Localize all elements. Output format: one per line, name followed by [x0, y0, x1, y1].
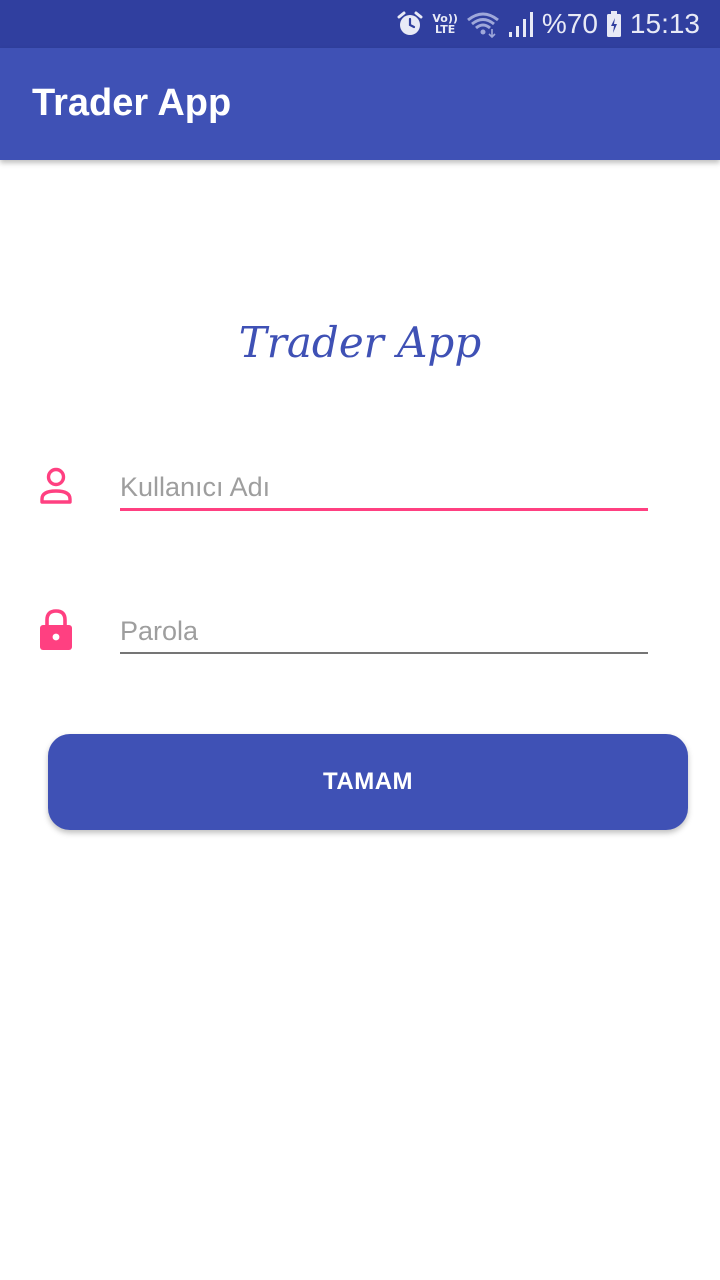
username-underline: [120, 508, 648, 511]
person-icon: [38, 466, 74, 510]
volte-icon: Vo)) LTE: [432, 13, 458, 35]
status-icons: Vo)) LTE %70 15:13: [396, 0, 700, 48]
submit-button[interactable]: TAMAM: [48, 734, 688, 830]
volte-line2: LTE: [435, 23, 456, 36]
app-bar: Trader App: [0, 48, 720, 160]
lock-icon: [38, 608, 74, 652]
battery-icon: [606, 10, 622, 38]
logo-title: Trader App: [238, 318, 482, 367]
alarm-icon: [396, 10, 424, 38]
status-clock: 15:13: [629, 8, 700, 39]
wifi-icon: [466, 10, 500, 38]
password-input[interactable]: [120, 608, 648, 654]
password-underline: [120, 652, 648, 654]
status-bar: Vo)) LTE %70 15:13: [0, 0, 720, 48]
signal-icon: [508, 10, 534, 38]
battery-percent: %70: [541, 8, 598, 39]
app-bar-title: Trader App: [32, 82, 232, 124]
username-input[interactable]: [120, 464, 648, 510]
